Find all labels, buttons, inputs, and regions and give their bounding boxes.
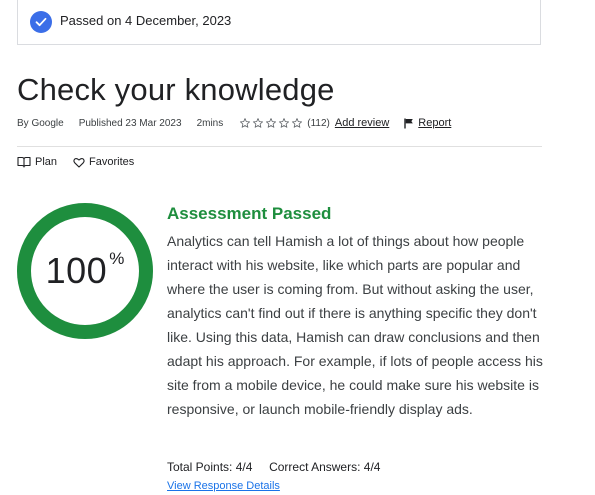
star-outline-icon <box>266 118 277 128</box>
score-summary: Total Points: 4/4 Correct Answers: 4/4 <box>167 460 380 474</box>
favorites-label: Favorites <box>89 156 135 168</box>
plan-label: Plan <box>35 156 58 168</box>
page-title: Check your knowledge <box>17 72 335 107</box>
heart-outline-icon <box>73 157 85 168</box>
report-button[interactable]: Report <box>404 117 451 129</box>
passed-text: Passed on 4 December, 2023 <box>60 13 232 28</box>
correct-answers: Correct Answers: 4/4 <box>269 460 381 474</box>
action-bar: Plan Favorites <box>17 156 134 168</box>
star-rating[interactable] <box>239 117 303 129</box>
star-outline-icon <box>253 118 264 128</box>
total-points: Total Points: 4/4 <box>167 460 253 474</box>
divider <box>17 146 542 147</box>
book-icon <box>17 156 31 168</box>
add-review-link[interactable]: Add review <box>335 117 389 129</box>
report-link[interactable]: Report <box>418 117 451 129</box>
flag-icon <box>404 118 414 128</box>
score-label: 100% <box>17 203 153 339</box>
passed-banner: Passed on 4 December, 2023 <box>17 0 541 45</box>
author: By Google <box>17 117 64 129</box>
assessment-status: Assessment Passed <box>167 204 332 223</box>
plan-button[interactable]: Plan <box>17 156 57 168</box>
view-response-details-link[interactable]: View Response Details <box>167 480 280 492</box>
meta-row: By Google Published 23 Mar 2023 2mins (1… <box>17 117 451 129</box>
feedback-text: Analytics can tell Hamish a lot of thing… <box>167 233 543 417</box>
rating-count: (112) <box>307 117 330 129</box>
score-value: 100 <box>45 250 108 291</box>
favorites-button[interactable]: Favorites <box>73 156 134 168</box>
star-outline-icon <box>240 118 251 128</box>
percent-sign: % <box>109 249 125 268</box>
check-icon <box>30 11 52 33</box>
star-outline-icon <box>292 118 303 128</box>
duration: 2mins <box>196 117 224 129</box>
star-outline-icon <box>279 118 290 128</box>
published-date: Published 23 Mar 2023 <box>78 117 182 129</box>
